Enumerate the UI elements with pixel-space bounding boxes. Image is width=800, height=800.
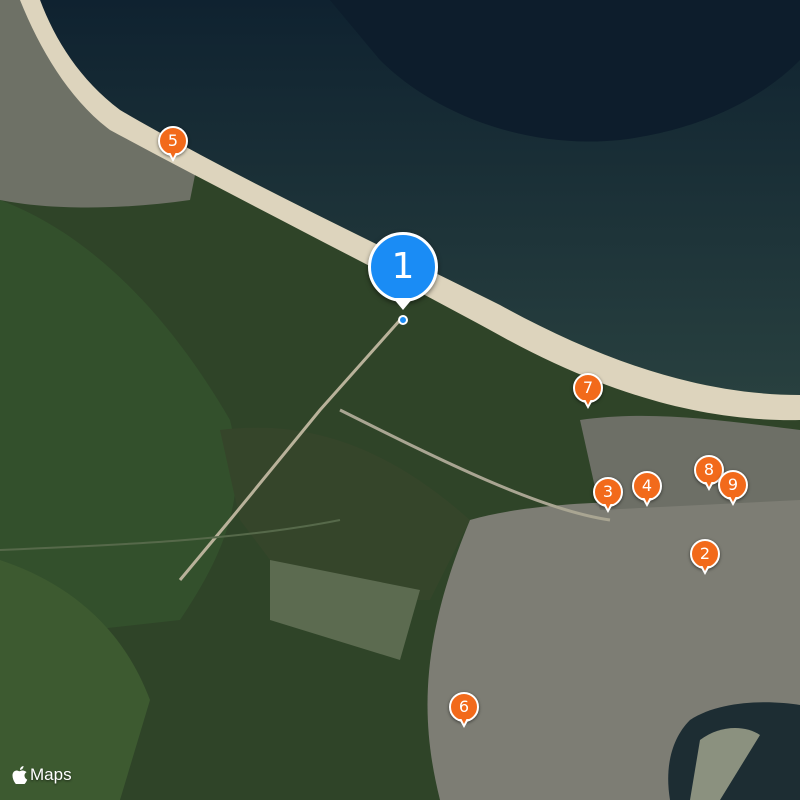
marker-1-label: 1 xyxy=(368,232,438,302)
satellite-map[interactable]: 1 2 3 4 5 6 7 8 9 Maps xyxy=(0,0,800,800)
maps-attribution[interactable]: Maps xyxy=(12,765,72,785)
map-marker-6[interactable]: 6 xyxy=(447,692,481,734)
map-marker-2[interactable]: 2 xyxy=(688,539,722,581)
map-marker-1[interactable]: 1 xyxy=(366,232,440,332)
map-marker-5[interactable]: 5 xyxy=(156,126,190,168)
map-marker-3[interactable]: 3 xyxy=(591,477,625,519)
map-marker-7[interactable]: 7 xyxy=(571,373,605,415)
map-marker-9[interactable]: 9 xyxy=(716,470,750,512)
location-dot xyxy=(398,315,408,325)
map-marker-4[interactable]: 4 xyxy=(630,471,664,513)
apple-logo-icon xyxy=(12,766,28,784)
satellite-imagery xyxy=(0,0,800,800)
maps-label: Maps xyxy=(30,765,72,784)
